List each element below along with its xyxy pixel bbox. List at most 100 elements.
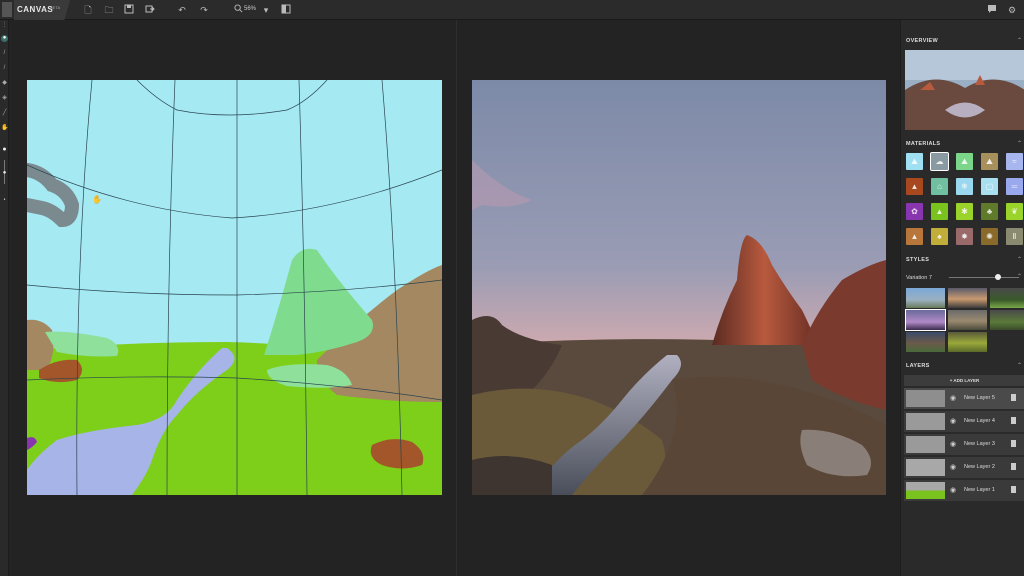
material-snow-button[interactable]: ❄ xyxy=(956,178,973,195)
brush-size-small-icon[interactable]: ● xyxy=(1,196,8,203)
split-view-icon[interactable] xyxy=(280,4,292,16)
app-title: CANVAS xyxy=(17,5,54,14)
style-thumb-2[interactable] xyxy=(948,288,987,308)
view-divider xyxy=(456,20,457,576)
material-rock-dark-button[interactable]: ▲ xyxy=(906,178,923,195)
dirt-icon: ▲ xyxy=(910,232,919,241)
sky-icon: ⛰ xyxy=(911,157,918,166)
style-thumb-8[interactable] xyxy=(948,332,987,352)
material-dirt-button[interactable]: ▲ xyxy=(906,228,923,245)
settings-gear-icon[interactable]: ⚙ xyxy=(1006,4,1018,16)
brush-size-slider-handle[interactable]: ● xyxy=(1,170,8,177)
material-plant-button[interactable]: ✱ xyxy=(956,203,973,220)
layer-row[interactable]: ◉ New Layer 4 xyxy=(904,411,1024,432)
add-layer-button[interactable]: + ADD LAYER xyxy=(904,375,1024,386)
rock-dark-icon: ▲ xyxy=(910,182,919,191)
material-river-button[interactable]: ═ xyxy=(1006,178,1023,195)
zoom-dropdown-icon[interactable]: ▾ xyxy=(260,4,272,16)
undo-icon[interactable]: ↶ xyxy=(176,4,188,16)
layer-thumbnail xyxy=(906,413,945,430)
visibility-eye-icon[interactable]: ◉ xyxy=(950,463,956,471)
visibility-eye-icon[interactable]: ◉ xyxy=(950,486,956,494)
brush-tool-icon[interactable]: / xyxy=(1,50,8,57)
segmentation-canvas[interactable]: ✋ xyxy=(20,79,443,496)
eyedropper-tool-icon[interactable]: ╱ xyxy=(1,110,8,117)
style-variation-label: Variation 7 xyxy=(906,275,932,281)
style-thumb-4-selected[interactable] xyxy=(905,309,946,331)
mouse-cursor-icon: ✋ xyxy=(92,194,102,204)
tools-sidebar: ⋮ ● / / ◆ ◈ ╱ ✋ ● ● ● xyxy=(0,20,9,576)
style-thumb-5[interactable] xyxy=(948,310,987,330)
zoom-icon[interactable] xyxy=(232,4,244,16)
material-cloud-button[interactable]: ☁ xyxy=(930,152,949,171)
overview-title: OVERVIEW xyxy=(906,38,938,44)
eraser-tool-icon[interactable]: ◆ xyxy=(1,80,8,87)
material-building-button[interactable]: ⌂ xyxy=(931,178,948,195)
material-mountain-button[interactable]: ⛰ xyxy=(981,153,998,170)
layer-name: New Layer 1 xyxy=(964,487,995,493)
export-icon[interactable] xyxy=(144,4,156,16)
material-water-button[interactable]: ≈ xyxy=(1006,153,1023,170)
layer-row[interactable]: ◉ New Layer 5 xyxy=(904,388,1024,409)
properties-sidebar: OVERVIEW ⌃ MATERIALS ⌃ ⛰ ☁ ⛰ ⛰ ≈ ▲ ⌂ ❄ ▢ ═ ✿ ▲ ✱ ♣ ❦ ▲ ♠… xyxy=(900,20,1024,576)
styles-collapse-icon[interactable]: ⌃ xyxy=(1017,256,1022,263)
beta-badge: BETA xyxy=(50,5,61,10)
pan-hand-tool-icon[interactable]: ✋ xyxy=(1,125,8,132)
visibility-eye-icon[interactable]: ◉ xyxy=(950,440,956,448)
grass-icon: ▲ xyxy=(935,207,944,216)
palm-icon: ♠ xyxy=(937,232,942,241)
style-slider-handle[interactable] xyxy=(995,274,1001,280)
material-grass-hill-button[interactable]: ⛰ xyxy=(956,153,973,170)
style-thumb-1[interactable] xyxy=(906,288,945,308)
line-tool-icon[interactable]: / xyxy=(1,65,8,72)
overview-collapse-icon[interactable]: ⌃ xyxy=(1017,37,1022,44)
cloud-icon: ☁ xyxy=(935,157,944,166)
overview-thumbnail[interactable] xyxy=(905,50,1024,130)
ice-icon: ▢ xyxy=(985,182,994,191)
style-slider-track[interactable] xyxy=(949,277,1019,278)
delete-layer-trash-icon[interactable] xyxy=(1011,394,1016,401)
visibility-eye-icon[interactable]: ◉ xyxy=(950,417,956,425)
redo-icon[interactable]: ↷ xyxy=(198,4,210,16)
style-thumb-6[interactable] xyxy=(990,310,1024,330)
delete-layer-trash-icon[interactable] xyxy=(1011,486,1016,493)
delete-layer-trash-icon[interactable] xyxy=(1011,463,1016,470)
visibility-eye-icon[interactable]: ◉ xyxy=(950,394,956,402)
tree-icon: ♣ xyxy=(986,207,993,216)
save-icon[interactable] xyxy=(123,4,135,16)
material-gravel-button[interactable]: ✸ xyxy=(956,228,973,245)
sand-icon: ✺ xyxy=(986,232,993,241)
layers-collapse-icon[interactable]: ⌃ xyxy=(1017,362,1022,369)
style-variation-chevron-icon[interactable]: ⌃ xyxy=(1017,273,1022,280)
brush-size-large-icon[interactable]: ● xyxy=(1,146,8,153)
material-sand-button[interactable]: ✺ xyxy=(981,228,998,245)
open-folder-icon[interactable]: 🗀 xyxy=(103,4,115,16)
material-tree-button[interactable]: ♣ xyxy=(981,203,998,220)
material-flower-button[interactable]: ✿ xyxy=(906,203,923,220)
layer-row[interactable]: ◉ New Layer 2 xyxy=(904,457,1024,478)
style-thumb-3[interactable] xyxy=(990,288,1024,308)
material-bush-button[interactable]: ❦ xyxy=(1006,203,1023,220)
delete-layer-trash-icon[interactable] xyxy=(1011,417,1016,424)
materials-collapse-icon[interactable]: ⌃ xyxy=(1017,140,1022,147)
new-file-icon[interactable]: 🗋 xyxy=(82,4,94,16)
layer-name: New Layer 4 xyxy=(964,418,995,424)
material-grass-button[interactable]: ▲ xyxy=(931,203,948,220)
style-thumb-7[interactable] xyxy=(906,332,945,352)
material-fence-button[interactable]: Ⅱ xyxy=(1006,228,1023,245)
grip-icon: ⋮ xyxy=(1,22,8,28)
fill-tool-icon[interactable]: ◈ xyxy=(1,95,8,102)
material-palm-button[interactable]: ♠ xyxy=(931,228,948,245)
material-sky-button[interactable]: ⛰ xyxy=(906,153,923,170)
feedback-icon[interactable] xyxy=(986,4,998,16)
material-brush-tool-icon[interactable]: ● xyxy=(1,35,8,42)
grass-hill-icon: ⛰ xyxy=(961,157,968,166)
layer-row[interactable]: ◉ New Layer 1 xyxy=(904,480,1024,501)
layer-thumbnail xyxy=(906,482,945,499)
delete-layer-trash-icon[interactable] xyxy=(1011,440,1016,447)
layer-row[interactable]: ◉ New Layer 3 xyxy=(904,434,1024,455)
zoom-level[interactable]: 56% xyxy=(244,6,256,12)
snow-icon: ❄ xyxy=(961,182,968,191)
material-ice-button[interactable]: ▢ xyxy=(981,178,998,195)
layers-title: LAYERS xyxy=(906,363,930,369)
